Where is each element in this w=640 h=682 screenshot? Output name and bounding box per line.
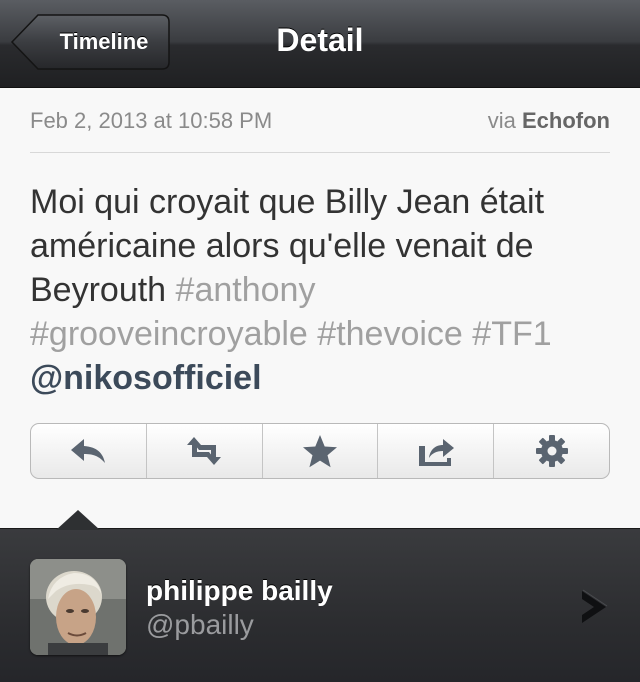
- share-button[interactable]: [378, 424, 495, 478]
- tweet-source: via Echofon: [488, 108, 610, 134]
- page-title: Detail: [276, 22, 364, 58]
- profile-pointer: [56, 510, 100, 530]
- hashtag-link[interactable]: #thevoice: [317, 315, 463, 353]
- navigation-bar: Timeline Detail: [0, 0, 640, 88]
- chevron-right-icon[interactable]: [578, 587, 612, 627]
- tweet-actions-bar: [30, 423, 610, 479]
- hashtag-link[interactable]: #grooveincroyable: [30, 315, 308, 353]
- settings-button[interactable]: [494, 424, 609, 478]
- reply-icon: [71, 439, 106, 463]
- retweet-icon: [187, 437, 222, 465]
- retweet-button[interactable]: [147, 424, 263, 478]
- favorite-button[interactable]: [263, 424, 379, 478]
- tweet-date: Feb 2, 2013 at 10:58 PM: [30, 108, 273, 133]
- author-handle: @pbailly: [146, 609, 254, 640]
- hashtag-link[interactable]: #TF1: [472, 315, 551, 353]
- hashtag-link[interactable]: #anthony: [176, 271, 316, 309]
- avatar-image: [30, 559, 126, 655]
- tweet-detail: Feb 2, 2013 at 10:58 PM via Echofon Moi …: [0, 88, 640, 528]
- mention-link[interactable]: @nikosofficiel: [30, 359, 262, 397]
- author-profile-row[interactable]: philippe bailly @pbailly: [0, 528, 640, 682]
- avatar[interactable]: [30, 559, 126, 655]
- author-name: philippe bailly: [146, 575, 333, 606]
- via-prefix: via: [487, 108, 516, 133]
- tweet-meta: Feb 2, 2013 at 10:58 PM via Echofon: [30, 108, 610, 138]
- divider: [30, 152, 610, 153]
- star-icon: [302, 435, 337, 468]
- share-icon: [418, 439, 454, 466]
- via-app[interactable]: Echofon: [522, 108, 610, 133]
- gear-icon: [535, 435, 568, 467]
- reply-button[interactable]: [31, 424, 147, 478]
- tweet-text: Moi qui croyait que Billy Jean était amé…: [30, 180, 600, 400]
